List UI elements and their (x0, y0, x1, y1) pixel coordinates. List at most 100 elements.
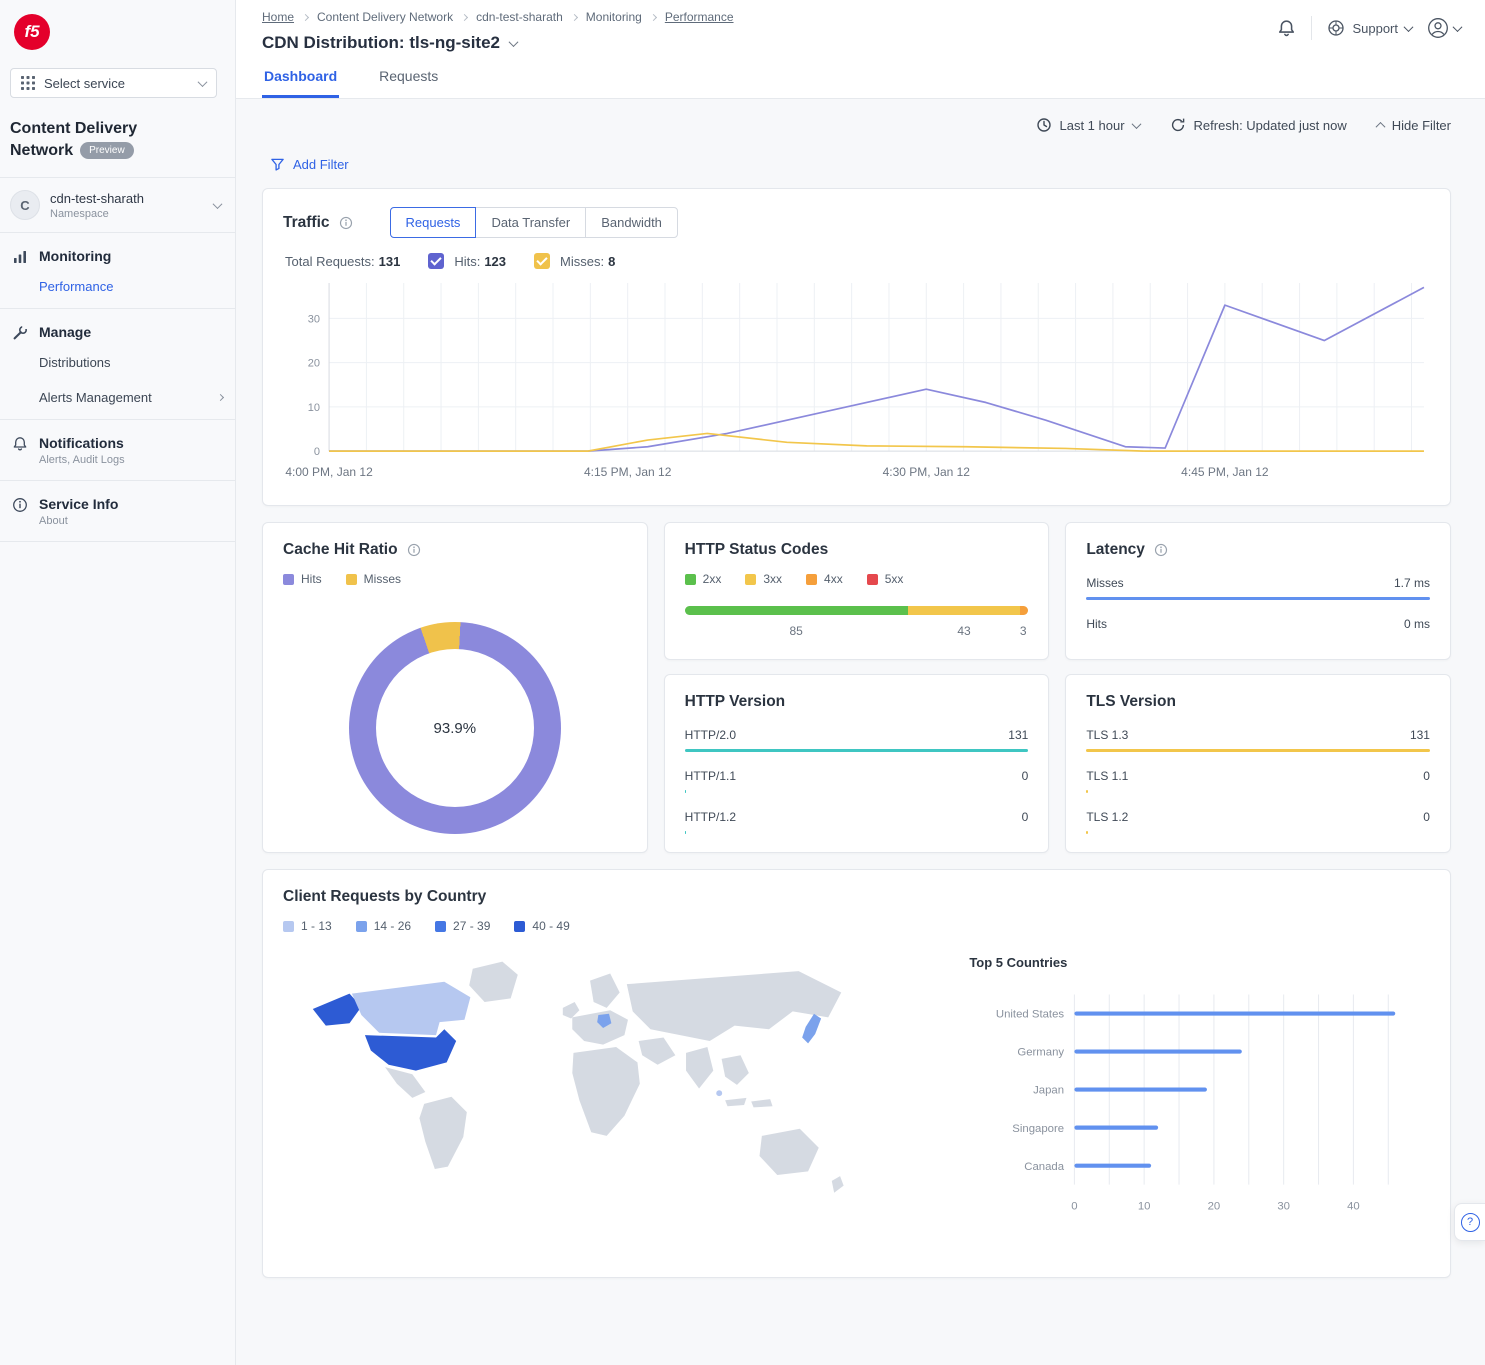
sidebar-item-monitoring[interactable]: Monitoring (0, 233, 235, 273)
refresh-button[interactable]: Refresh: Updated just now (1170, 117, 1347, 133)
legend-swatch (685, 574, 696, 585)
breadcrumb-performance[interactable]: Performance (665, 10, 734, 24)
y-tick-label: 0 (314, 446, 320, 458)
chevron-down-icon[interactable] (509, 37, 519, 47)
map-south-america (419, 1097, 466, 1169)
map-country-india (686, 1047, 713, 1088)
map-southeast-asia (722, 1055, 749, 1085)
chevron-right-icon (650, 13, 657, 20)
metric-value: 0 (1423, 769, 1430, 783)
metric-bar (685, 831, 687, 834)
grid-icon (21, 76, 35, 90)
info-icon[interactable] (339, 216, 353, 230)
x-tick-label: 0 (1072, 1201, 1078, 1213)
clock-icon (1036, 117, 1052, 133)
refresh-label: Refresh: Updated just now (1194, 118, 1347, 133)
add-filter-button[interactable]: Add Filter (270, 157, 349, 172)
legend-swatch (356, 921, 367, 932)
notifications-sublabel: Alerts, Audit Logs (39, 454, 125, 466)
map-africa (572, 1047, 640, 1136)
latency-row: Misses1.7 ms (1086, 576, 1430, 600)
add-filter-label: Add Filter (293, 157, 349, 172)
legend-swatch (745, 574, 756, 585)
map-country-japan[interactable] (802, 1014, 821, 1044)
sidebar-item-manage[interactable]: Manage (0, 309, 235, 349)
hits-checkbox[interactable]: Hits: 123 (428, 253, 506, 269)
metric-value: 131 (1008, 728, 1028, 742)
info-icon[interactable] (407, 543, 421, 557)
http-status-legend: 2xx3xx4xx5xx (685, 572, 1029, 586)
map-country-canada[interactable] (352, 982, 470, 1035)
select-service-dropdown[interactable]: Select service (10, 68, 217, 98)
metric-value: 0 ms (1404, 617, 1430, 631)
latency-title: Latency (1086, 541, 1145, 559)
sidebar-item-service-info[interactable]: Service Info About (0, 481, 235, 541)
product-title-line2: Network (10, 142, 73, 159)
map-country-greenland (469, 962, 518, 1002)
page-tabs: Dashboard Requests (236, 57, 1485, 99)
metric-label: TLS 1.1 (1086, 769, 1128, 783)
hide-filter-toggle[interactable]: Hide Filter (1377, 118, 1451, 133)
notifications-bell-button[interactable] (1277, 19, 1296, 38)
legend-item: 40 - 49 (514, 919, 569, 933)
f5-logo[interactable]: f5 (14, 14, 50, 50)
tab-dashboard[interactable]: Dashboard (262, 57, 339, 98)
legend-label: 5xx (885, 572, 904, 586)
sidebar-item-alerts-management[interactable]: Alerts Management (0, 384, 235, 419)
status-segment-2xx (685, 606, 908, 615)
sidebar-item-performance[interactable]: Performance (0, 273, 235, 308)
traffic-card-title: Traffic (283, 214, 330, 232)
dashboard-content: Last 1 hour Refresh: Updated just now Hi… (236, 99, 1485, 1306)
tab-requests[interactable]: Requests (377, 57, 440, 98)
sidebar-item-notifications[interactable]: Notifications Alerts, Audit Logs (0, 420, 235, 480)
x-tick-label: 4:45 PM, Jan 12 (1181, 465, 1269, 479)
misses-checkbox[interactable]: Misses: 8 (534, 253, 615, 269)
legend-label: 1 - 13 (301, 919, 332, 933)
http-version-card: HTTP Version HTTP/2.0131HTTP/1.10HTTP/1.… (664, 674, 1050, 853)
legend-label: Misses (364, 572, 401, 586)
map-indonesia-1 (725, 1098, 746, 1106)
legend-swatch (283, 921, 294, 932)
sidebar-item-distributions[interactable]: Distributions (0, 349, 235, 384)
status-bar (685, 606, 1029, 615)
wrench-icon (12, 325, 28, 341)
breadcrumb-monitoring[interactable]: Monitoring (586, 10, 642, 24)
metric-value: 131 (1410, 728, 1430, 742)
traffic-card: Traffic Requests Data Transfer Bandwidth… (262, 188, 1451, 506)
x-tick-label: 20 (1208, 1201, 1221, 1213)
status-bar-values: 85433 (685, 624, 1029, 640)
help-widget-button[interactable] (1454, 1203, 1485, 1241)
support-menu[interactable]: Support (1327, 19, 1412, 37)
breadcrumb-content-delivery-network[interactable]: Content Delivery Network (317, 10, 453, 24)
chevron-right-icon (217, 394, 224, 401)
service-info-sublabel: About (39, 515, 118, 527)
alerts-management-label: Alerts Management (39, 390, 152, 405)
y-tick-label: 10 (308, 402, 320, 414)
traffic-tab-bandwidth[interactable]: Bandwidth (585, 207, 678, 238)
metric-bar (1086, 597, 1430, 600)
info-icon[interactable] (1154, 543, 1168, 557)
refresh-icon (1170, 117, 1186, 133)
cache-hit-ratio-title: Cache Hit Ratio (283, 541, 398, 559)
legend-item: 5xx (867, 572, 904, 586)
funnel-icon (270, 157, 285, 172)
metric-label: HTTP/2.0 (685, 728, 736, 742)
time-range-selector[interactable]: Last 1 hour (1036, 117, 1140, 133)
namespace-selector[interactable]: C cdn-test-sharath Namespace (0, 178, 235, 232)
traffic-tab-data-transfer[interactable]: Data Transfer (475, 207, 586, 238)
chevron-down-icon (213, 199, 223, 209)
legend-swatch (435, 921, 446, 932)
performance-label: Performance (39, 279, 113, 294)
breadcrumb-home[interactable]: Home (262, 10, 294, 24)
map-country-singapore[interactable] (716, 1090, 722, 1096)
map-country-usa[interactable] (365, 1029, 456, 1070)
f5-logo-text: f5 (24, 22, 39, 42)
http-version-rows: HTTP/2.0131HTTP/1.10HTTP/1.20 (685, 728, 1029, 834)
logo-row: f5 (0, 14, 235, 66)
traffic-tab-requests[interactable]: Requests (390, 207, 477, 238)
account-menu[interactable] (1427, 17, 1461, 39)
header-actions: Support (1277, 16, 1461, 40)
misses-label: Misses: (560, 254, 604, 269)
breadcrumb-namespace[interactable]: cdn-test-sharath (476, 10, 563, 24)
info-icon (12, 497, 28, 513)
